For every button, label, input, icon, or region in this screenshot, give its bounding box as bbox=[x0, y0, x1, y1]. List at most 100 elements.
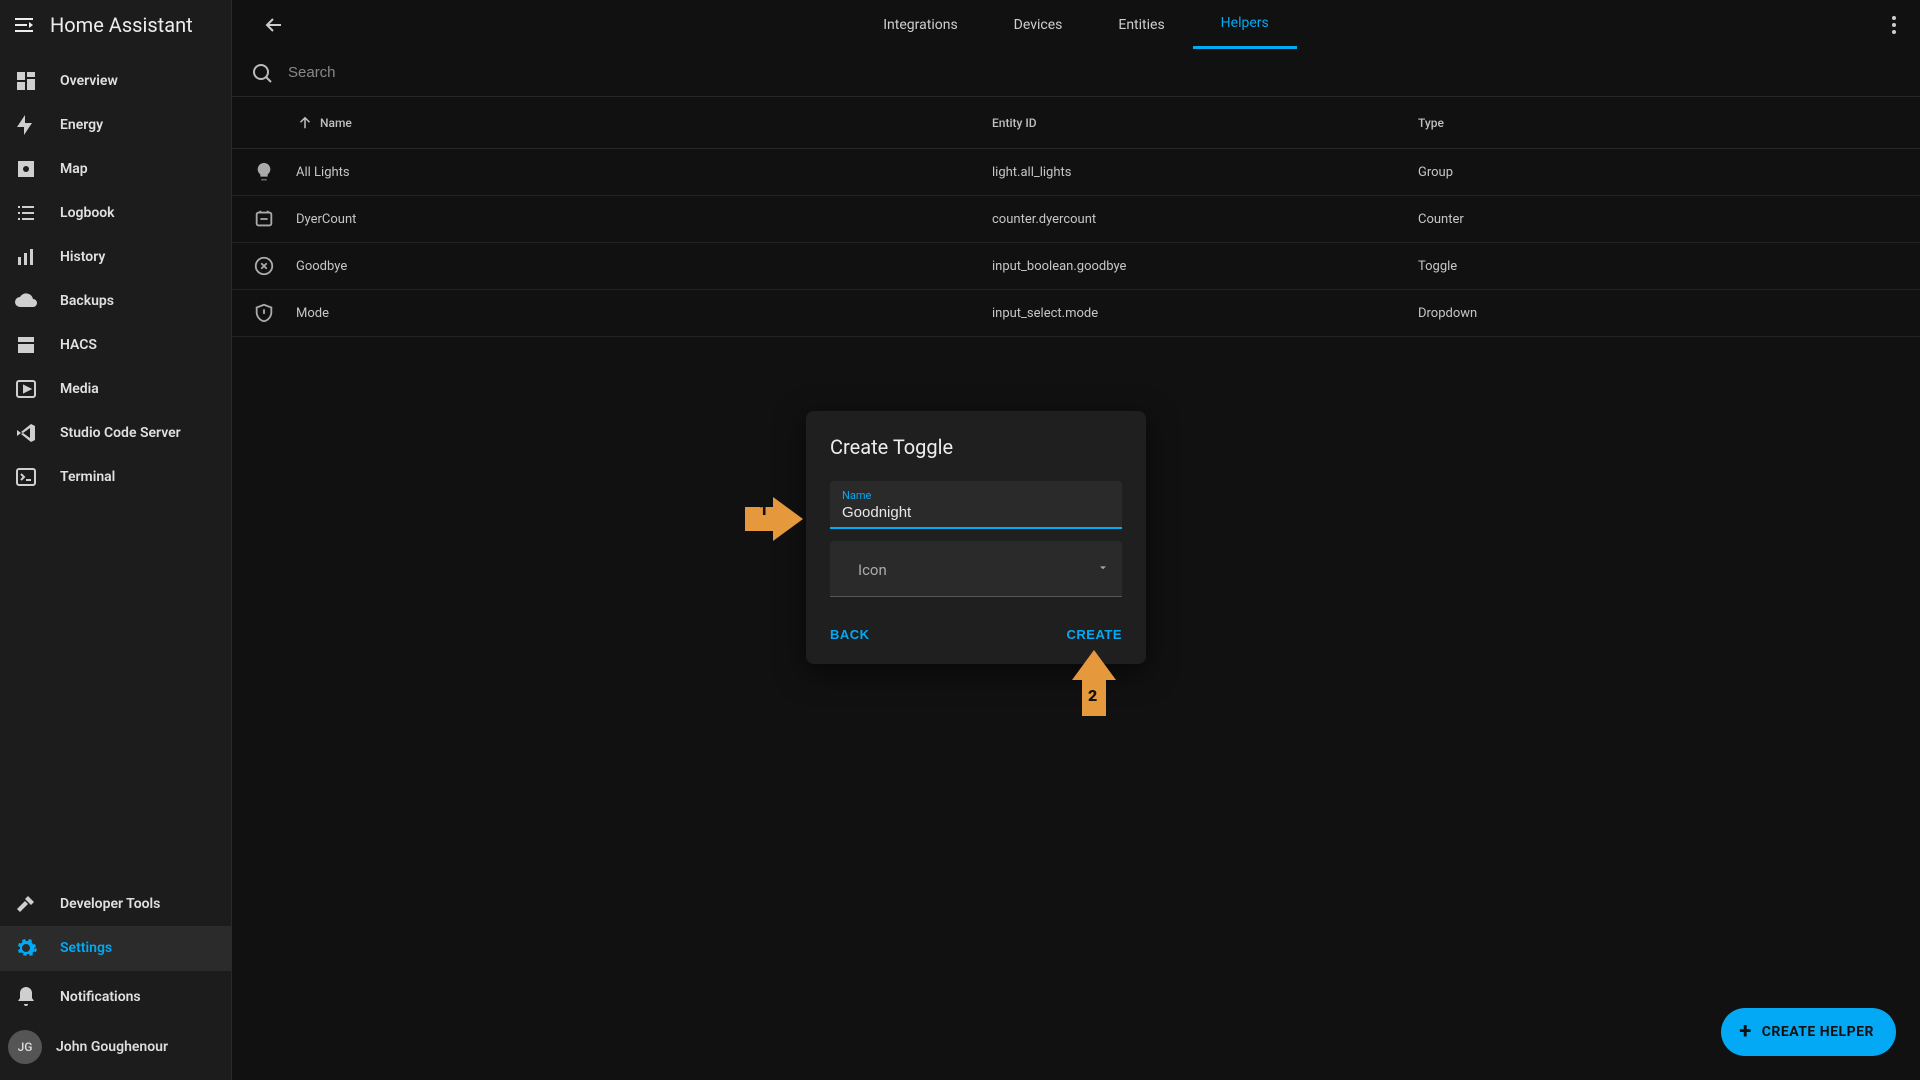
tab-entities[interactable]: Entities bbox=[1090, 0, 1192, 49]
row-entity: counter.dyercount bbox=[992, 212, 1418, 227]
energy-icon bbox=[14, 113, 38, 137]
sidebar-item-map[interactable]: Map bbox=[0, 147, 231, 191]
column-type[interactable]: Type bbox=[1418, 116, 1920, 130]
cloud-icon bbox=[14, 289, 38, 313]
dialog-footer: BACK CREATE bbox=[806, 609, 1146, 654]
sidebar-item-studio[interactable]: Studio Code Server bbox=[0, 411, 231, 455]
row-entity: light.all_lights bbox=[992, 165, 1418, 180]
row-entity: input_boolean.goodbye bbox=[992, 259, 1418, 274]
tab-integrations[interactable]: Integrations bbox=[855, 0, 985, 49]
sidebar-item-label: Overview bbox=[60, 73, 118, 89]
sidebar-item-devtools[interactable]: Developer Tools bbox=[0, 882, 231, 926]
name-field-label: Name bbox=[842, 489, 1110, 502]
table-row[interactable]: Mode input_select.mode Dropdown bbox=[232, 290, 1920, 337]
name-input[interactable] bbox=[842, 502, 1110, 521]
sidebar-item-label: Logbook bbox=[60, 205, 115, 221]
sidebar-item-label: Backups bbox=[60, 293, 114, 309]
fab-label: CREATE HELPER bbox=[1762, 1024, 1874, 1040]
shield-icon bbox=[253, 302, 275, 324]
user-name: John Goughenour bbox=[56, 1039, 168, 1055]
row-name: All Lights bbox=[296, 165, 992, 180]
store-icon bbox=[14, 333, 38, 357]
sidebar-item-terminal[interactable]: Terminal bbox=[0, 455, 231, 499]
sidebar-item-label: Studio Code Server bbox=[60, 425, 181, 441]
counter-icon bbox=[253, 208, 275, 230]
column-entity[interactable]: Entity ID bbox=[992, 116, 1418, 130]
terminal-icon bbox=[14, 465, 38, 489]
gear-icon bbox=[14, 936, 38, 960]
search-input[interactable] bbox=[288, 64, 1920, 81]
icon-select[interactable]: Icon bbox=[830, 541, 1122, 597]
vscode-icon bbox=[14, 421, 38, 445]
sidebar-user[interactable]: JG John Goughenour bbox=[0, 1022, 231, 1072]
chart-icon bbox=[14, 245, 38, 269]
tab-devices[interactable]: Devices bbox=[986, 0, 1091, 49]
menu-icon[interactable] bbox=[12, 13, 36, 37]
sidebar-item-hacs[interactable]: HACS bbox=[0, 323, 231, 367]
plus-icon: + bbox=[1739, 1021, 1752, 1043]
avatar: JG bbox=[8, 1030, 42, 1064]
annotation-number: 2 bbox=[1088, 686, 1097, 705]
sidebar-item-overview[interactable]: Overview bbox=[0, 59, 231, 103]
annotation-arrow-2: 2 bbox=[1072, 650, 1116, 716]
row-type: Dropdown bbox=[1418, 306, 1920, 321]
sidebar-item-logbook[interactable]: Logbook bbox=[0, 191, 231, 235]
sidebar-footer: Notifications JG John Goughenour bbox=[0, 970, 231, 1080]
bell-icon bbox=[14, 985, 38, 1009]
play-icon bbox=[14, 377, 38, 401]
row-name: Goodbye bbox=[296, 259, 992, 274]
chevron-down-icon bbox=[1096, 559, 1110, 578]
table-row[interactable]: Goodbye input_boolean.goodbye Toggle bbox=[232, 243, 1920, 290]
row-entity: input_select.mode bbox=[992, 306, 1418, 321]
dialog-create-button[interactable]: CREATE bbox=[1067, 627, 1122, 642]
map-icon bbox=[14, 157, 38, 181]
sidebar-item-label: Media bbox=[60, 381, 99, 397]
sidebar-item-label: Notifications bbox=[60, 989, 141, 1005]
dashboard-icon bbox=[14, 69, 38, 93]
column-name-label: Name bbox=[320, 116, 352, 130]
sidebar-item-label: Terminal bbox=[60, 469, 115, 485]
create-helper-fab[interactable]: + CREATE HELPER bbox=[1721, 1008, 1896, 1056]
create-toggle-dialog: Create Toggle Name Icon BACK CREATE bbox=[806, 411, 1146, 664]
tab-helpers[interactable]: Helpers bbox=[1193, 0, 1297, 49]
column-name[interactable]: Name bbox=[296, 114, 992, 132]
topbar: Integrations Devices Entities Helpers bbox=[232, 0, 1920, 49]
table-header: Name Entity ID Type bbox=[232, 97, 1920, 149]
lightbulb-icon bbox=[253, 161, 275, 183]
sidebar-item-history[interactable]: History bbox=[0, 235, 231, 279]
sidebar-item-notifications[interactable]: Notifications bbox=[0, 970, 231, 1022]
sidebar-item-label: History bbox=[60, 249, 105, 265]
row-type: Group bbox=[1418, 165, 1920, 180]
search-bar bbox=[232, 49, 1920, 97]
sidebar-item-label: Developer Tools bbox=[60, 896, 160, 912]
sidebar-item-label: Map bbox=[60, 161, 88, 177]
sidebar-item-label: Settings bbox=[60, 940, 112, 956]
row-name: Mode bbox=[296, 306, 992, 321]
table-row[interactable]: DyerCount counter.dyercount Counter bbox=[232, 196, 1920, 243]
sidebar-item-energy[interactable]: Energy bbox=[0, 103, 231, 147]
icon-field-label: Icon bbox=[858, 561, 887, 579]
hammer-icon bbox=[14, 892, 38, 916]
sidebar: Home Assistant Overview Energy Map Logbo… bbox=[0, 0, 232, 1080]
kebab-menu-icon[interactable] bbox=[1882, 13, 1906, 37]
list-icon bbox=[14, 201, 38, 225]
search-icon bbox=[250, 61, 274, 85]
annotation-number: 1 bbox=[759, 500, 768, 519]
sidebar-items: Overview Energy Map Logbook History Back… bbox=[0, 49, 231, 970]
sidebar-item-settings[interactable]: Settings bbox=[0, 926, 231, 970]
sidebar-item-label: Energy bbox=[60, 117, 103, 133]
dialog-title: Create Toggle bbox=[806, 435, 1146, 481]
dialog-back-button[interactable]: BACK bbox=[830, 627, 870, 642]
row-type: Counter bbox=[1418, 212, 1920, 227]
row-name: DyerCount bbox=[296, 212, 992, 227]
name-field[interactable]: Name bbox=[830, 481, 1122, 529]
sidebar-item-media[interactable]: Media bbox=[0, 367, 231, 411]
sort-arrow-up-icon bbox=[296, 114, 314, 132]
close-circle-icon bbox=[253, 255, 275, 277]
row-type: Toggle bbox=[1418, 259, 1920, 274]
table-row[interactable]: All Lights light.all_lights Group bbox=[232, 149, 1920, 196]
sidebar-header: Home Assistant bbox=[0, 0, 231, 49]
sidebar-item-backups[interactable]: Backups bbox=[0, 279, 231, 323]
tabs: Integrations Devices Entities Helpers bbox=[232, 0, 1920, 49]
sidebar-item-label: HACS bbox=[60, 337, 97, 353]
